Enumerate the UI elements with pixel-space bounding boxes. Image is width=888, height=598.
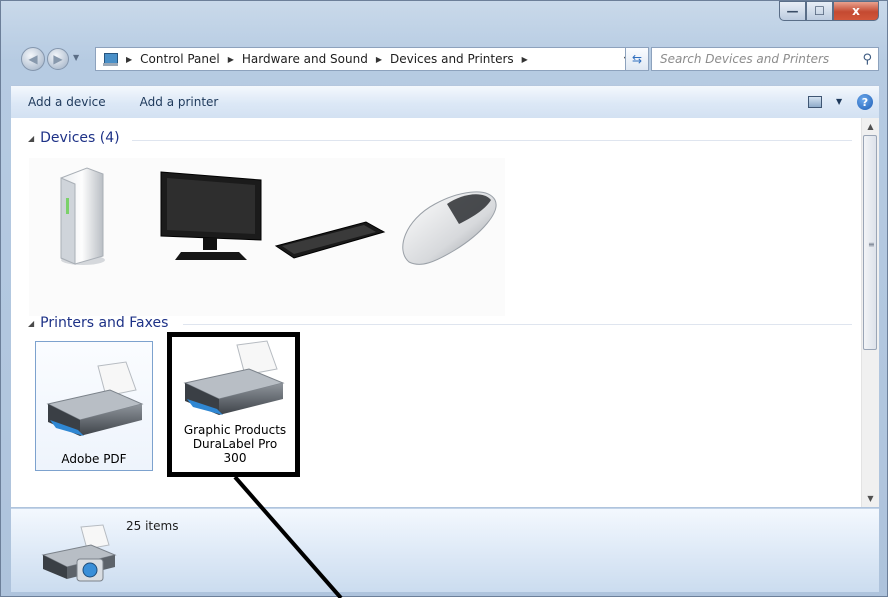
callout-pointer-line <box>233 475 343 598</box>
window-frame: — ☐ x ◀ ▶ ▼ ▶ Control Panel ▶ Hardware a… <box>0 0 888 598</box>
